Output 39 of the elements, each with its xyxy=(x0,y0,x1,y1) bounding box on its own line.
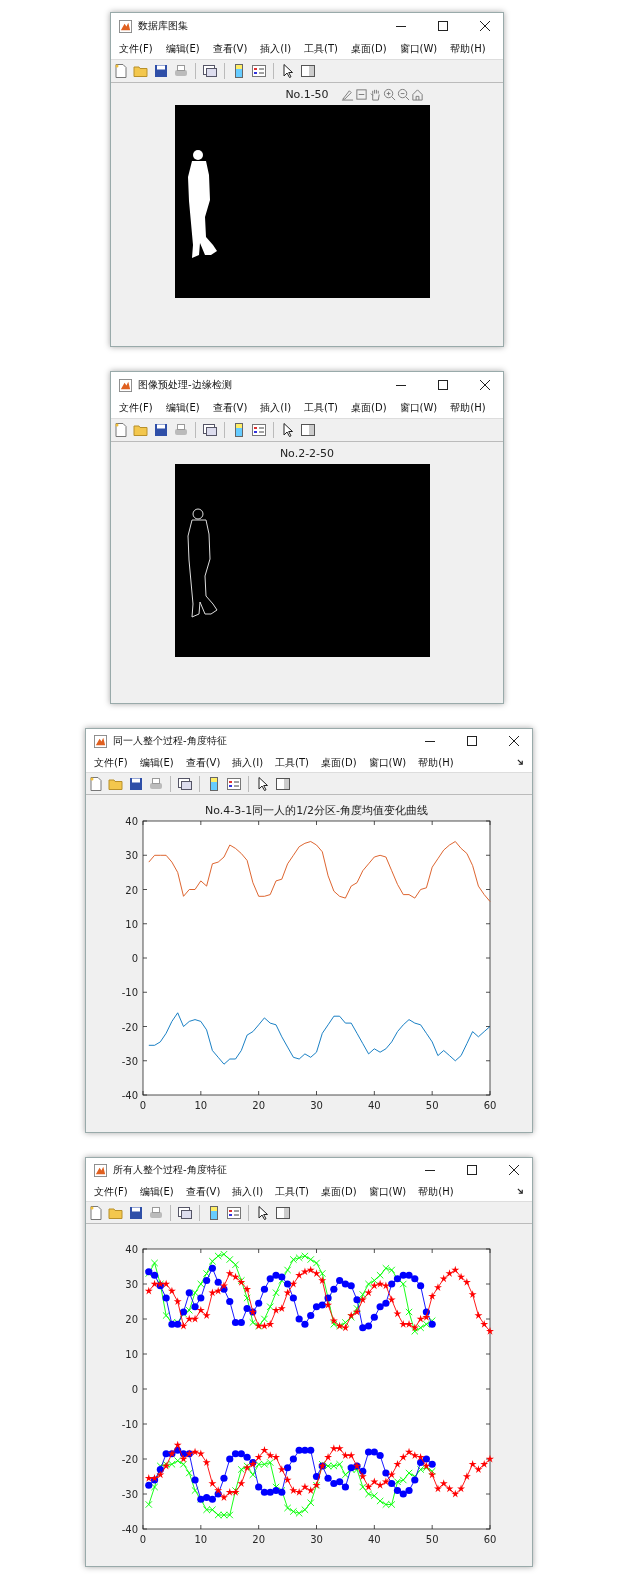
tick-label: -20 xyxy=(121,1021,138,1033)
tick-label: 40 xyxy=(125,1244,138,1255)
tick-label: 40 xyxy=(367,1534,381,1545)
axes-title: No.2-2-50 xyxy=(279,446,335,460)
tick-label: 20 xyxy=(252,1534,266,1545)
tick-label: 10 xyxy=(125,918,138,930)
tick-label: -20 xyxy=(121,1454,138,1465)
window-title: 数据库图集 xyxy=(138,19,188,33)
tick-label: 10 xyxy=(194,1534,208,1545)
window-title: 所有人整个过程-角度特征 xyxy=(113,1163,227,1178)
tick-label: 60 xyxy=(483,1100,497,1111)
tick-label: -30 xyxy=(121,1489,138,1500)
axes-title: No.1-50 xyxy=(285,87,329,101)
window-title: 图像预处理-边缘检测 xyxy=(138,378,232,392)
tick-label: 40 xyxy=(367,1100,381,1111)
tick-label: -10 xyxy=(121,1419,138,1430)
tick-label: 30 xyxy=(310,1534,323,1545)
tick-label: -40 xyxy=(121,1524,138,1535)
tick-label: 30 xyxy=(310,1100,323,1111)
tick-label: 0 xyxy=(139,1100,147,1111)
tick-label: 50 xyxy=(425,1534,439,1545)
window-title: 同一人整个过程-角度特征 xyxy=(113,734,227,749)
chart-title: No.4-3-1同一人的1/2分区-角度均值变化曲线 xyxy=(205,804,428,817)
tick-label: -40 xyxy=(121,1090,138,1101)
tick-label: 30 xyxy=(125,1279,138,1290)
tick-label: 20 xyxy=(252,1100,266,1111)
tick-label: 10 xyxy=(194,1100,208,1111)
tick-label: 0 xyxy=(131,1384,138,1395)
tick-label: -30 xyxy=(121,1055,138,1067)
tick-label: 60 xyxy=(483,1534,497,1545)
tick-label: -10 xyxy=(121,987,138,999)
tick-label: 20 xyxy=(125,1314,138,1325)
tick-label: 30 xyxy=(125,850,138,862)
tick-label: 0 xyxy=(131,953,138,964)
tick-label: 20 xyxy=(125,884,138,896)
tick-label: 10 xyxy=(125,1349,138,1360)
tick-label: 50 xyxy=(425,1100,439,1111)
tick-label: 0 xyxy=(139,1534,147,1545)
tick-label: 40 xyxy=(125,816,138,827)
